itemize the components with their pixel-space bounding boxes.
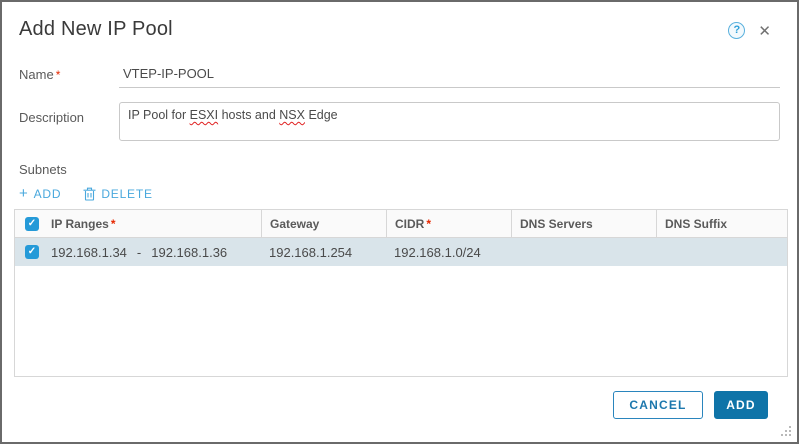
subnets-section-label: Subnets	[19, 162, 780, 177]
plus-icon: +	[19, 186, 29, 201]
ip-range-dash: -	[137, 245, 141, 260]
select-all-checkbox[interactable]: ✓	[25, 217, 39, 231]
row-checkbox[interactable]: ✓	[25, 245, 39, 259]
help-icon[interactable]: ?	[728, 22, 745, 39]
misspelled-word: ESXI	[190, 108, 219, 122]
required-marker: *	[111, 217, 116, 231]
subnets-toolbar: + ADD DELETE	[19, 187, 780, 201]
row-checkbox-cell: ✓	[15, 238, 49, 266]
add-subnet-label: ADD	[34, 187, 62, 201]
form-area: Name* Description IP Pool for ESXI hosts…	[2, 66, 797, 141]
description-text: Edge	[305, 108, 338, 122]
dialog-footer: CANCEL ADD	[613, 391, 768, 419]
ip-range-start: 192.168.1.34	[51, 245, 127, 260]
resize-grip[interactable]	[780, 425, 793, 438]
description-text: IP Pool for	[128, 108, 190, 122]
name-label: Name*	[19, 67, 119, 88]
close-icon[interactable]: ✕	[758, 24, 771, 39]
ip-range-end: 192.168.1.36	[151, 245, 227, 260]
dialog-title: Add New IP Pool	[19, 18, 173, 41]
name-input[interactable]	[119, 66, 780, 88]
subnets-table: ✓ IP Ranges* Gateway CIDR* DNS Servers D…	[14, 209, 788, 377]
column-header-cidr: CIDR*	[386, 210, 511, 237]
delete-subnet-label: DELETE	[101, 187, 152, 201]
column-header-ip-ranges: IP Ranges*	[49, 210, 261, 237]
header-checkbox-cell: ✓	[15, 210, 49, 237]
misspelled-word: NSX	[279, 108, 305, 122]
description-text: hosts and	[218, 108, 279, 122]
required-marker: *	[426, 217, 431, 231]
table-header-row: ✓ IP Ranges* Gateway CIDR* DNS Servers D…	[15, 210, 787, 238]
column-header-dns-suffix: DNS Suffix	[656, 210, 787, 237]
cell-cidr: 192.168.1.0/24	[386, 245, 511, 260]
cell-ip-ranges: 192.168.1.34-192.168.1.36	[49, 245, 261, 260]
add-button[interactable]: ADD	[714, 391, 768, 419]
dialog-header: Add New IP Pool ? ✕	[2, 2, 797, 41]
add-subnet-link[interactable]: + ADD	[19, 187, 61, 201]
description-input[interactable]: IP Pool for ESXI hosts and NSX Edge	[119, 102, 780, 141]
cancel-button[interactable]: CANCEL	[613, 391, 703, 419]
name-field-row: Name*	[19, 66, 780, 88]
column-header-gateway: Gateway	[261, 210, 386, 237]
required-marker: *	[56, 68, 61, 82]
description-field-row: Description IP Pool for ESXI hosts and N…	[19, 102, 780, 141]
add-new-ip-pool-dialog: Add New IP Pool ? ✕ Name* Description IP…	[0, 0, 799, 444]
description-label: Description	[19, 102, 119, 125]
cell-gateway: 192.168.1.254	[261, 245, 386, 260]
delete-subnet-link[interactable]: DELETE	[83, 187, 152, 201]
column-header-dns-servers: DNS Servers	[511, 210, 656, 237]
header-icons: ? ✕	[728, 22, 771, 39]
trash-icon	[83, 187, 96, 201]
table-row[interactable]: ✓ 192.168.1.34-192.168.1.36 192.168.1.25…	[15, 238, 787, 266]
